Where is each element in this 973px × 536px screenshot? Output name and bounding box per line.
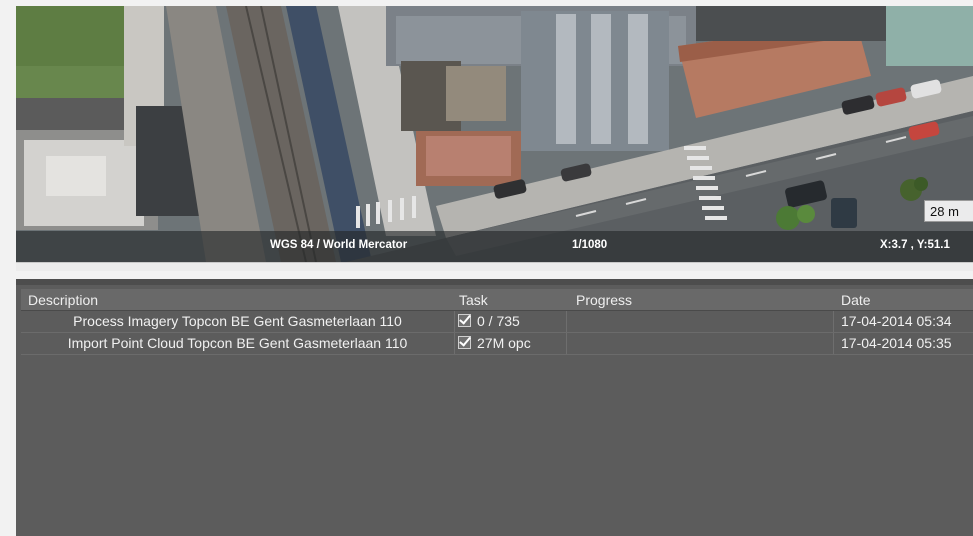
scalebar-label: 28 m (930, 204, 959, 219)
task-value: 0 / 735 (477, 313, 520, 329)
task-cell: 0 / 735 (455, 311, 567, 332)
panel-splitter[interactable] (16, 262, 973, 271)
task-cell: 27M opc (455, 333, 567, 354)
table-row[interactable]: Import Point Cloud Topcon BE Gent Gasmet… (21, 333, 973, 355)
map-status-bar: WGS 84 / World Mercator 1/1080 X:3.7 , Y… (16, 231, 973, 262)
task-value: 27M opc (477, 335, 531, 351)
task-progress (568, 311, 834, 332)
map-scalebar: 28 m (924, 200, 973, 222)
coordinates-readout: X:3.7 , Y:51.1 (880, 239, 950, 251)
table-header: Description Task Progress Date (21, 289, 973, 311)
scale-label: 1/1080 (572, 239, 608, 251)
task-checkbox[interactable] (458, 314, 471, 327)
column-header-progress[interactable]: Progress (576, 292, 632, 308)
task-date: 17-04-2014 05:35 (841, 335, 952, 351)
task-date: 17-04-2014 05:34 (841, 313, 952, 329)
column-header-task[interactable]: Task (459, 292, 488, 308)
projection-label: WGS 84 / World Mercator (270, 239, 408, 251)
column-header-description[interactable]: Description (28, 292, 98, 308)
task-panel: Description Task Progress Date Process I… (16, 279, 973, 536)
column-header-date[interactable]: Date (841, 292, 871, 308)
task-progress (568, 333, 834, 354)
task-checkbox[interactable] (458, 336, 471, 349)
map-view[interactable]: 28 m WGS 84 / World Mercator 1/1080 X:3.… (16, 6, 973, 262)
task-description: Import Point Cloud Topcon BE Gent Gasmet… (21, 333, 455, 354)
aerial-imagery (16, 6, 973, 262)
task-description: Process Imagery Topcon BE Gent Gasmeterl… (21, 311, 455, 332)
task-table: Description Task Progress Date Process I… (21, 289, 973, 355)
table-row[interactable]: Process Imagery Topcon BE Gent Gasmeterl… (21, 311, 973, 333)
